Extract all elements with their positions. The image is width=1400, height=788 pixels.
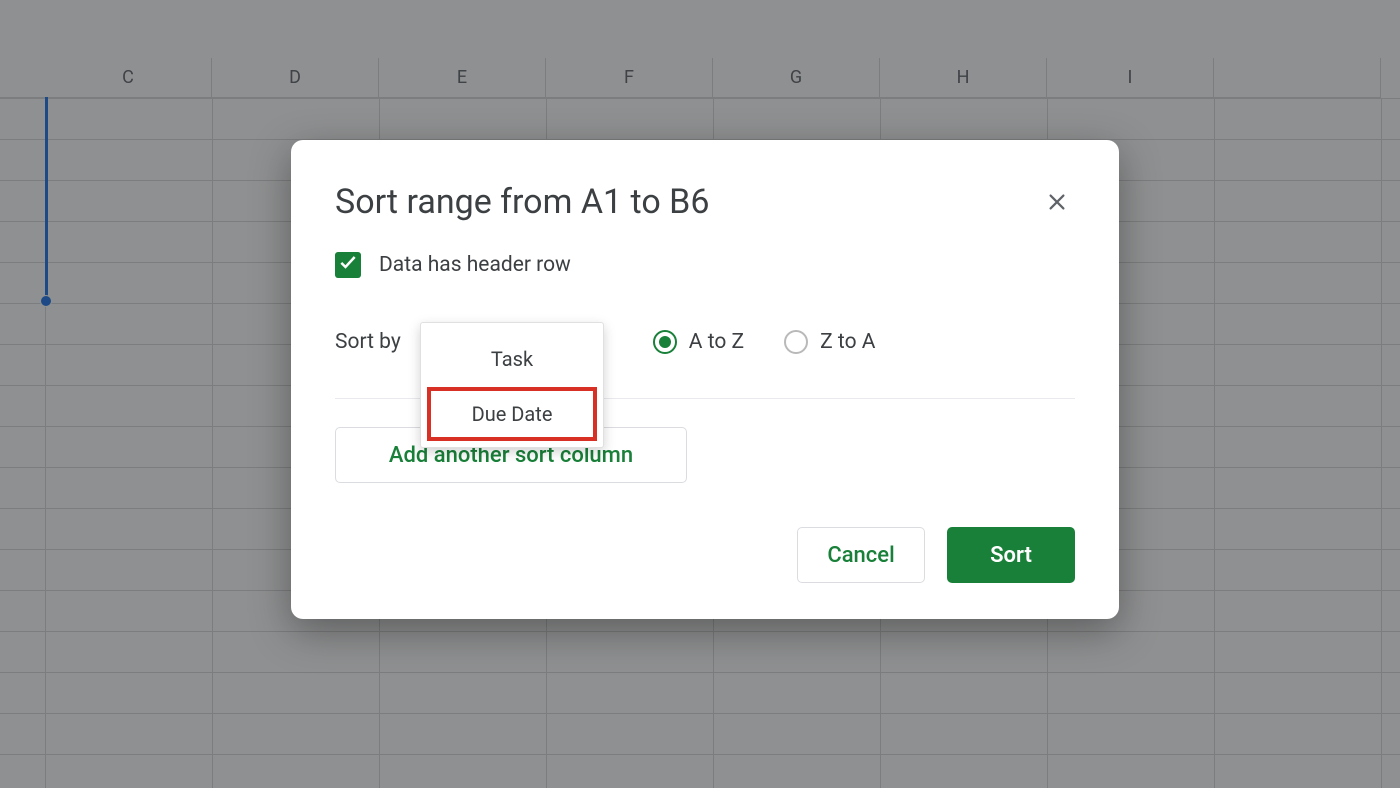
radio-z-to-a[interactable]: Z to A bbox=[784, 330, 875, 354]
sort-by-label: Sort by bbox=[335, 330, 401, 354]
dropdown-option-due-date[interactable]: Due Date bbox=[427, 387, 597, 441]
sort-column-dropdown-menu: Task Due Date bbox=[420, 322, 604, 448]
cancel-label: Cancel bbox=[827, 543, 894, 568]
close-icon bbox=[1046, 191, 1068, 217]
sort-direction-group: A to Z Z to A bbox=[653, 330, 876, 354]
sort-button[interactable]: Sort bbox=[947, 527, 1075, 583]
radio-icon bbox=[653, 330, 677, 354]
check-icon bbox=[338, 252, 358, 278]
radio-icon bbox=[784, 330, 808, 354]
header-row-checkbox-label: Data has header row bbox=[379, 253, 571, 277]
sort-label: Sort bbox=[990, 543, 1032, 568]
radio-label: Z to A bbox=[820, 330, 875, 354]
cancel-button[interactable]: Cancel bbox=[797, 527, 925, 583]
close-button[interactable] bbox=[1039, 186, 1075, 222]
radio-a-to-z[interactable]: A to Z bbox=[653, 330, 744, 354]
dialog-title: Sort range from A1 to B6 bbox=[335, 182, 709, 222]
header-row-checkbox[interactable] bbox=[335, 252, 361, 278]
radio-label: A to Z bbox=[689, 330, 744, 354]
sort-range-dialog: Sort range from A1 to B6 Data has header… bbox=[291, 140, 1119, 619]
dropdown-option-task[interactable]: Task bbox=[421, 333, 603, 385]
